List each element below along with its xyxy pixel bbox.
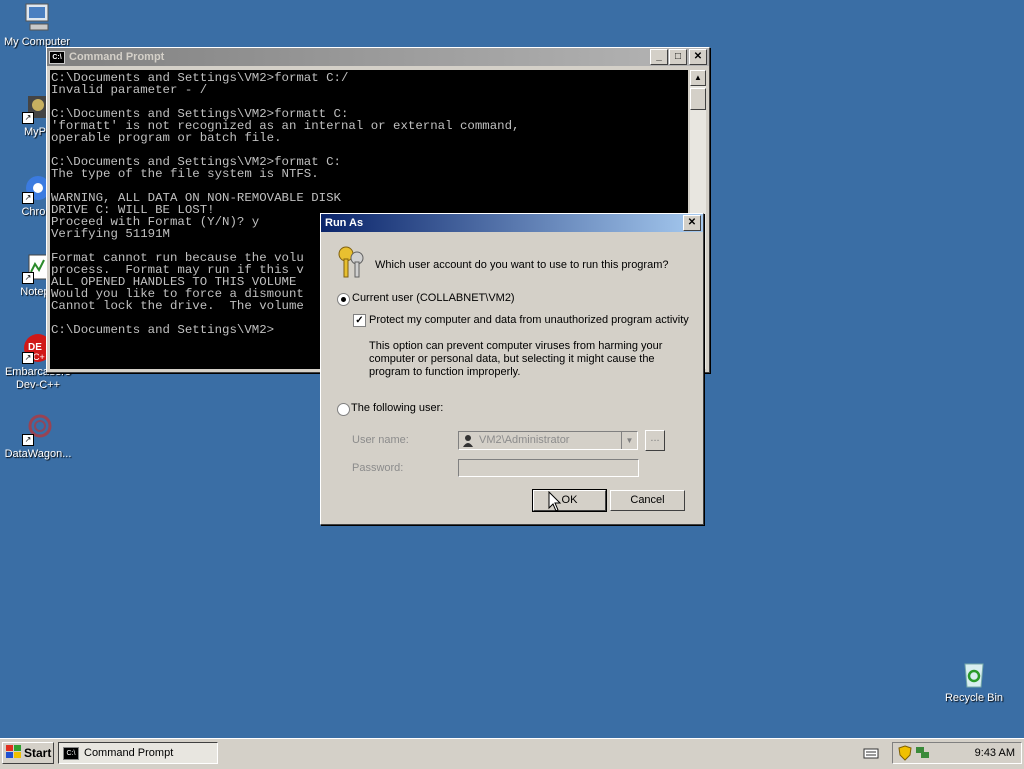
system-tray: 9:43 AM: [863, 742, 1022, 764]
task-label: Command Prompt: [84, 747, 174, 759]
desktop-icon-datawagon[interactable]: ↗ DataWagon...: [0, 414, 76, 461]
user-icon: [462, 434, 474, 450]
dialog-question: Which user account do you want to use to…: [375, 259, 669, 271]
dialog-title: Run As: [325, 217, 364, 229]
shortcut-arrow-icon: ↗: [22, 352, 34, 364]
cmd-title: Command Prompt: [69, 51, 165, 63]
cancel-button[interactable]: Cancel: [610, 490, 685, 511]
scroll-up-button[interactable]: ▲: [690, 70, 706, 86]
close-button[interactable]: ✕: [689, 49, 707, 65]
keys-icon: [335, 244, 369, 283]
current-user-label[interactable]: Current user (COLLABNET\VM2): [352, 292, 515, 304]
following-user-radio[interactable]: [337, 403, 350, 416]
svg-text:C+: C+: [33, 352, 45, 362]
taskbar-item-command-prompt[interactable]: C:\ Command Prompt: [58, 742, 218, 764]
following-user-label[interactable]: The following user:: [351, 402, 443, 414]
shortcut-arrow-icon: ↗: [22, 434, 34, 446]
start-label: Start: [24, 746, 52, 760]
browse-label: ...: [650, 432, 660, 444]
scroll-thumb[interactable]: [690, 88, 706, 110]
shortcut-arrow-icon: ↗: [22, 112, 34, 124]
desktop-icon-label: Recycle Bin: [944, 692, 1004, 704]
current-user-radio[interactable]: [337, 293, 350, 306]
chevron-down-icon[interactable]: ▼: [621, 432, 637, 449]
maximize-button[interactable]: □: [669, 49, 687, 65]
cmd-app-icon: C:\: [63, 746, 79, 760]
datawagon-icon: ↗: [22, 414, 54, 446]
user-name-value: VM2\Administrator: [479, 434, 570, 446]
password-label: Password:: [352, 462, 404, 474]
mouse-cursor-icon: [548, 490, 562, 516]
security-shield-icon[interactable]: [898, 745, 912, 764]
desktop-icon-my-computer[interactable]: My Computer: [0, 2, 76, 49]
console-line: operable program or batch file.: [51, 131, 282, 145]
password-field[interactable]: [458, 459, 639, 477]
close-button[interactable]: ✕: [683, 215, 701, 231]
taskbar: Start C:\ Command Prompt 9:43 AM: [0, 738, 1024, 769]
desktop-icon-label: DataWagon...: [4, 448, 72, 460]
cancel-label: Cancel: [630, 494, 665, 506]
browse-users-button[interactable]: ...: [645, 430, 665, 451]
console-line: Invalid parameter - /: [51, 83, 208, 97]
run-as-titlebar[interactable]: Run As ✕: [321, 214, 703, 232]
recycle-bin-icon: [958, 658, 990, 690]
ok-button[interactable]: OK: [532, 489, 607, 512]
user-name-label: User name:: [352, 434, 409, 446]
minimize-button[interactable]: _: [650, 49, 668, 65]
user-name-dropdown[interactable]: VM2\Administrator ▼: [458, 431, 638, 450]
protect-description: This option can prevent computer viruses…: [369, 340, 663, 378]
cmd-app-icon: C:\: [49, 50, 65, 64]
run-as-dialog[interactable]: Run As ✕ Which user account do you want …: [320, 213, 704, 525]
protect-label[interactable]: Protect my computer and data from unauth…: [369, 314, 689, 326]
ok-label: OK: [561, 494, 578, 506]
start-button[interactable]: Start: [2, 742, 54, 764]
computer-icon: [22, 2, 54, 34]
clock: 9:43 AM: [974, 747, 1015, 759]
keyboard-icon[interactable]: [863, 746, 879, 763]
shortcut-arrow-icon: ↗: [22, 192, 34, 204]
shortcut-arrow-icon: ↗: [22, 272, 34, 284]
windows-logo-icon: [6, 745, 21, 761]
desktop-icon-recycle-bin[interactable]: Recycle Bin: [936, 658, 1012, 705]
network-icon[interactable]: [915, 746, 931, 763]
cmd-titlebar[interactable]: C:\ Command Prompt _ □ ✕: [47, 48, 709, 66]
protect-checkbox[interactable]: ✓: [353, 314, 366, 327]
console-line: The type of the file system is NTFS.: [51, 167, 319, 181]
